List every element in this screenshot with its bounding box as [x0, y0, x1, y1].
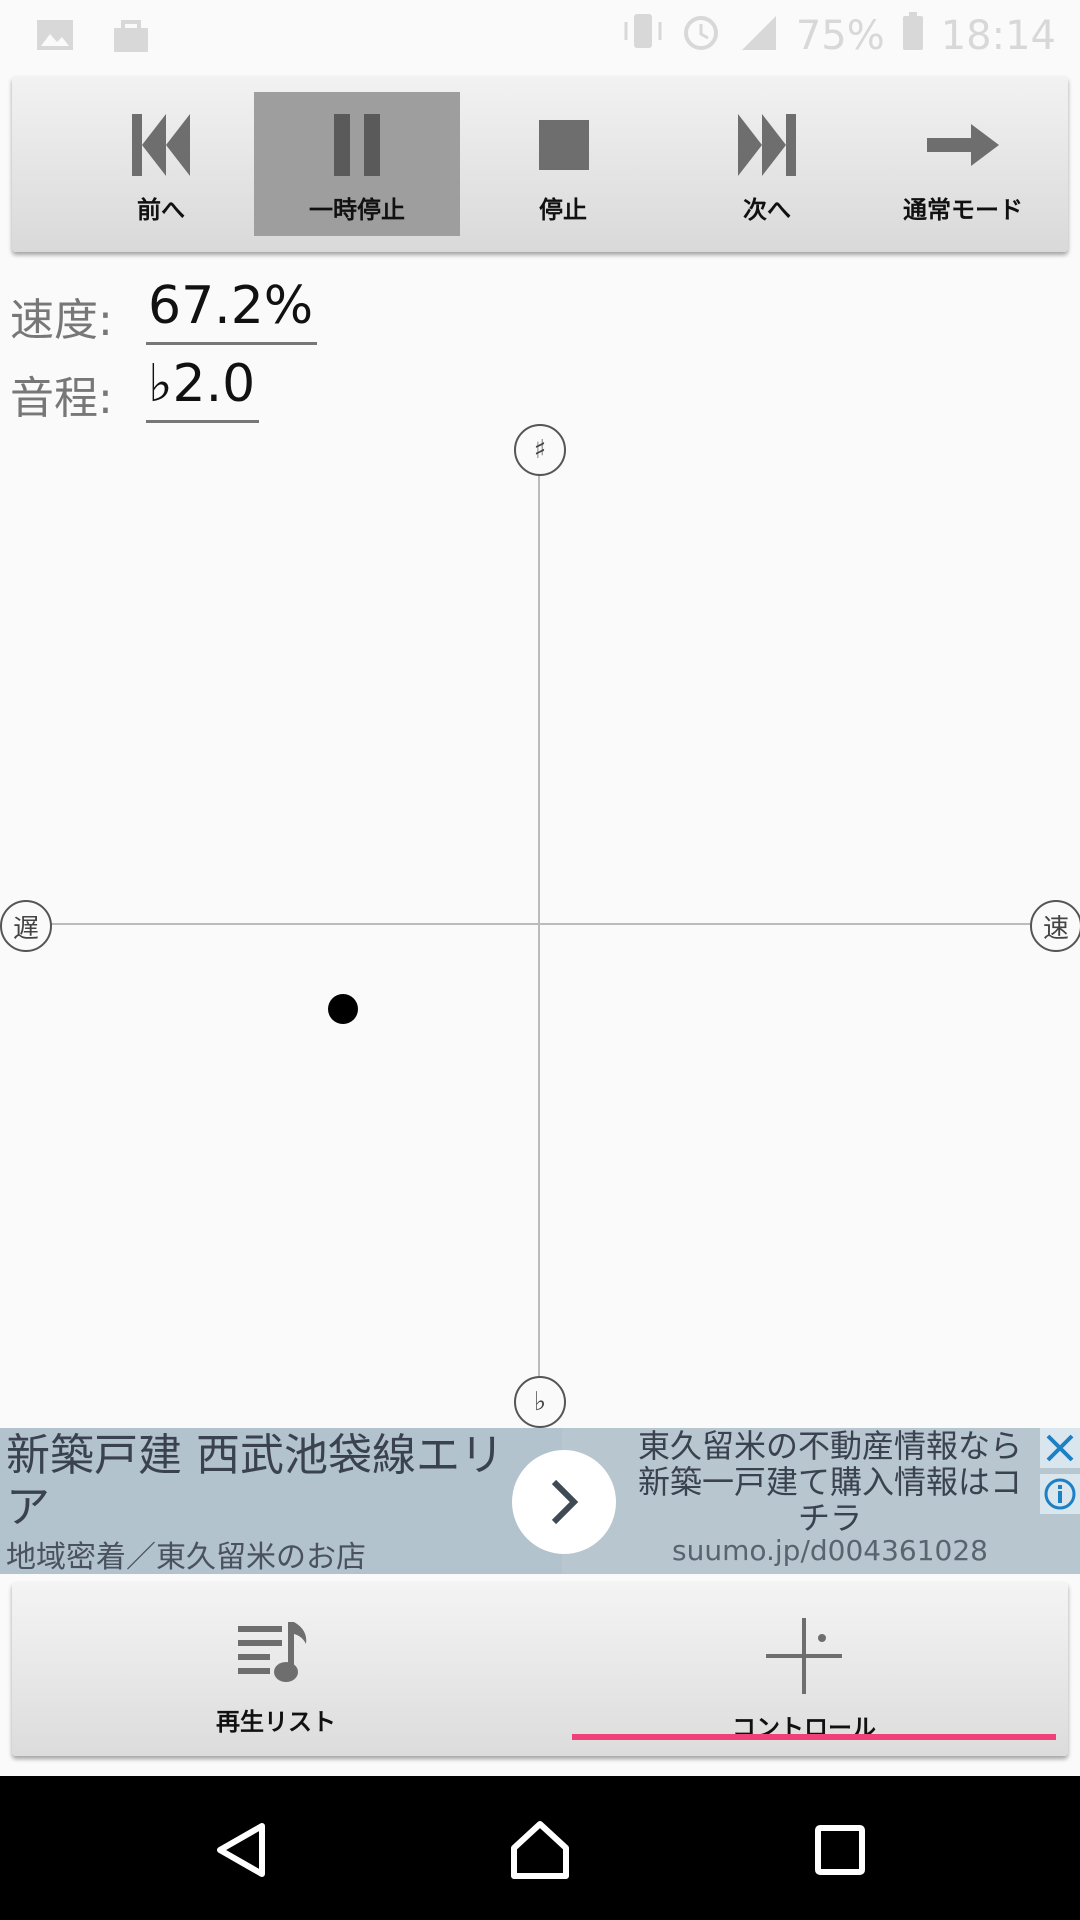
- ad-open-button[interactable]: [512, 1450, 616, 1554]
- next-button[interactable]: 次へ: [664, 92, 870, 236]
- stop-label: 停止: [539, 196, 587, 224]
- tab-playlist[interactable]: 再生リスト: [12, 1582, 540, 1756]
- previous-button[interactable]: 前へ: [58, 92, 264, 236]
- home-icon: [511, 1821, 569, 1879]
- normal-mode-label: 通常モード: [903, 196, 1023, 224]
- signal-icon: [738, 10, 780, 62]
- selected-tab-indicator: [572, 1734, 1056, 1740]
- vibrate-icon: [622, 10, 664, 62]
- stop-icon: [539, 120, 589, 170]
- tab-playlist-label: 再生リスト: [216, 1708, 336, 1736]
- speed-label: 速度:: [10, 295, 113, 346]
- skip-previous-icon: [132, 114, 190, 176]
- playback-toolbar: 前へ 一時停止 停止 次へ 通常モード: [12, 76, 1068, 252]
- speed-value[interactable]: 67.2%: [146, 276, 318, 345]
- chevron-right-icon: [551, 1479, 579, 1525]
- previous-label: 前へ: [137, 196, 185, 224]
- status-bar: 75% 18:14: [0, 0, 1080, 72]
- shopping-bag-icon: [110, 14, 152, 60]
- pitch-value[interactable]: ♭2.0: [146, 354, 260, 423]
- back-button[interactable]: [202, 1810, 282, 1890]
- recents-square-icon: [815, 1825, 865, 1875]
- info-icon: [1044, 1478, 1076, 1510]
- image-icon: [34, 14, 76, 60]
- recents-button[interactable]: [800, 1810, 880, 1890]
- arrow-right-icon: [927, 124, 999, 166]
- battery-percent: 75%: [795, 13, 885, 59]
- stop-button[interactable]: 停止: [460, 92, 666, 236]
- bottom-navigation: 再生リスト コントロール: [12, 1582, 1068, 1756]
- pause-button[interactable]: 一時停止: [254, 92, 460, 236]
- clock: 18:14: [940, 13, 1056, 59]
- ad-description: 東久留米の不動産情報なら新築一戸建て購入情報はコチラ: [637, 1428, 1022, 1537]
- home-button[interactable]: [500, 1810, 580, 1890]
- fast-marker[interactable]: 速: [1030, 900, 1080, 952]
- battery-icon: [901, 11, 925, 61]
- slow-marker[interactable]: 遅: [0, 900, 52, 952]
- alarm-icon: [680, 10, 722, 62]
- pitch-axis: [538, 474, 540, 1384]
- system-nav-bar: [0, 1776, 1080, 1920]
- ad-url: suumo.jp/d004361028: [672, 1534, 988, 1567]
- speed-axis: [46, 923, 1030, 925]
- back-triangle-icon: [217, 1823, 265, 1877]
- ad-close-button[interactable]: [1040, 1428, 1080, 1468]
- pause-label: 一時停止: [309, 196, 405, 224]
- ad-info-button[interactable]: [1040, 1474, 1080, 1514]
- pause-icon: [334, 114, 380, 176]
- playlist-music-icon: [238, 1622, 307, 1682]
- pitch-label: 音程:: [10, 373, 113, 424]
- flat-marker[interactable]: ♭: [514, 1376, 566, 1428]
- normal-mode-button[interactable]: 通常モード: [860, 92, 1066, 236]
- crosshair-control-icon: [766, 1618, 842, 1694]
- sharp-marker[interactable]: ♯: [514, 424, 566, 476]
- skip-next-icon: [738, 114, 796, 176]
- close-icon: [1046, 1434, 1074, 1462]
- ad-banner[interactable]: 新築戸建 西武池袋線エリア 地域密着／東久留米のお店 東久留米の不動産情報なら新…: [0, 1428, 1080, 1574]
- ad-headline: 新築戸建 西武池袋線エリア: [6, 1430, 504, 1533]
- position-dot[interactable]: [328, 994, 358, 1024]
- next-label: 次へ: [743, 196, 791, 224]
- ad-subline: 地域密着／東久留米のお店: [6, 1540, 366, 1574]
- tab-control[interactable]: コントロール: [540, 1582, 1068, 1756]
